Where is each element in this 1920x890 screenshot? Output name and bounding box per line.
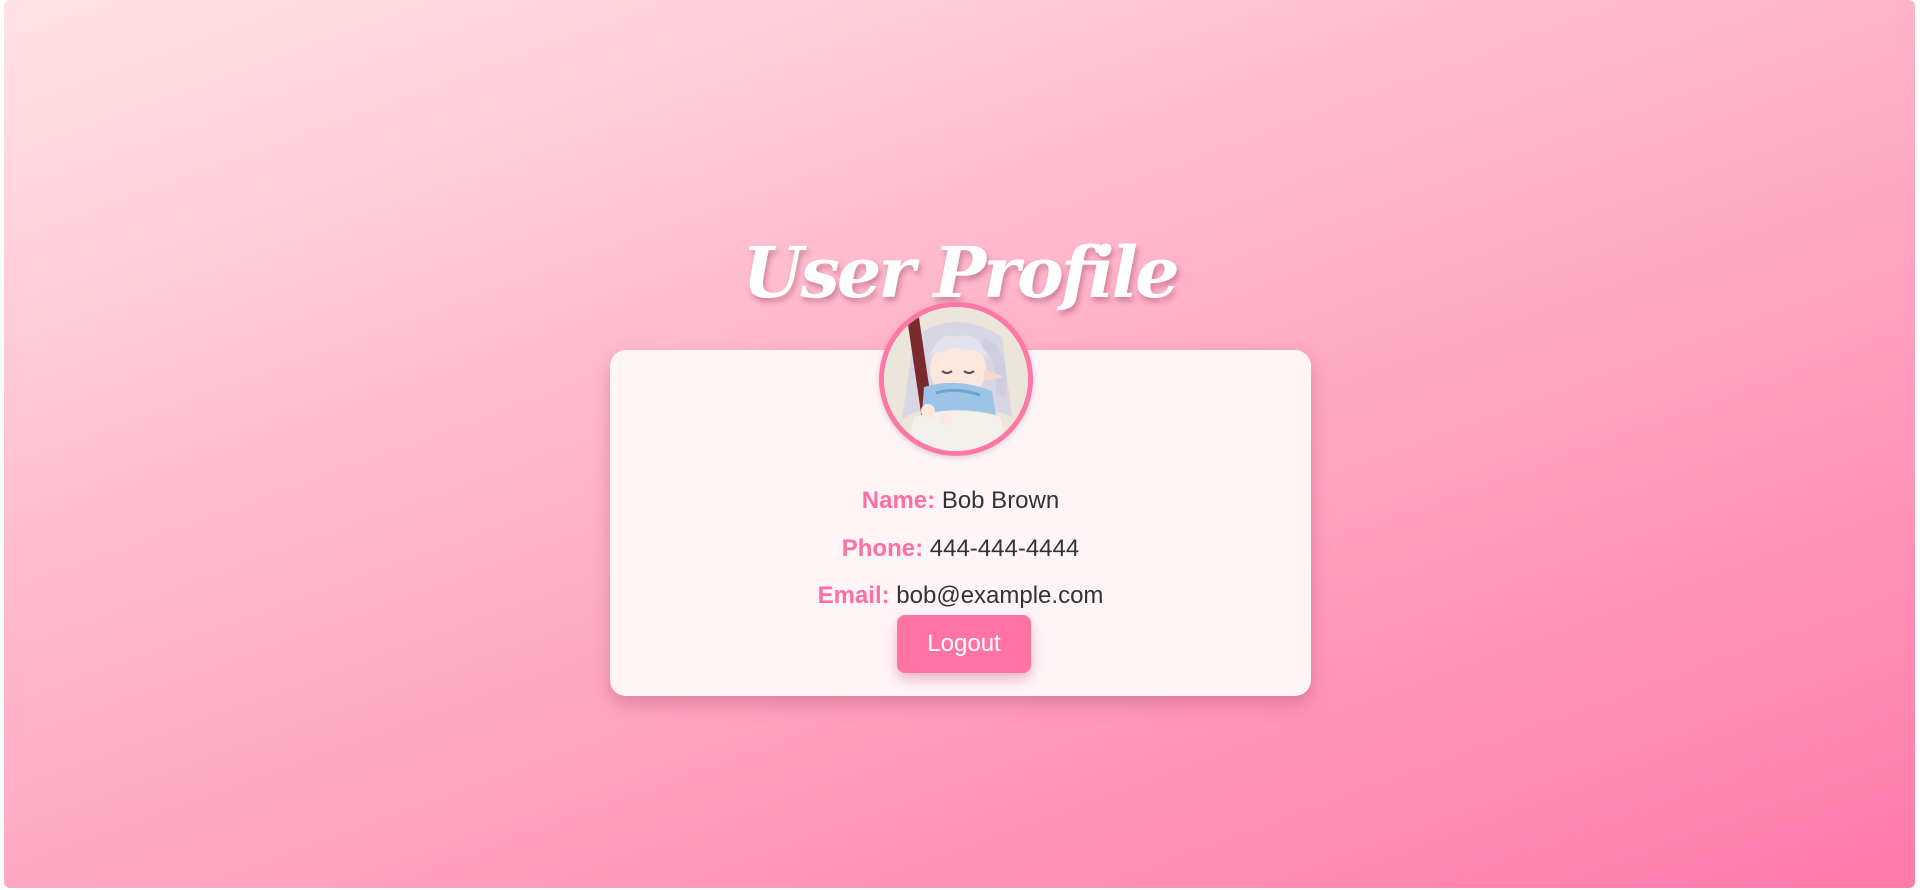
anime-character-avatar-icon — [884, 307, 1028, 451]
page-background: User Profile Name: Bob Brown Phone: 444-… — [4, 0, 1915, 888]
logout-button[interactable]: Logout — [897, 615, 1031, 673]
email-label: Email: — [817, 582, 890, 609]
name-value: Bob Brown — [941, 487, 1060, 514]
email-value: bob@example.com — [896, 582, 1104, 609]
name-row: Name: Bob Brown — [610, 486, 1311, 516]
email-row: Email: bob@example.com — [610, 581, 1311, 611]
name-label: Name: — [861, 487, 936, 514]
avatar — [879, 302, 1033, 456]
phone-label: Phone: — [841, 535, 924, 562]
phone-row: Phone: 444-444-4444 — [610, 534, 1311, 564]
phone-value: 444-444-4444 — [929, 535, 1080, 562]
